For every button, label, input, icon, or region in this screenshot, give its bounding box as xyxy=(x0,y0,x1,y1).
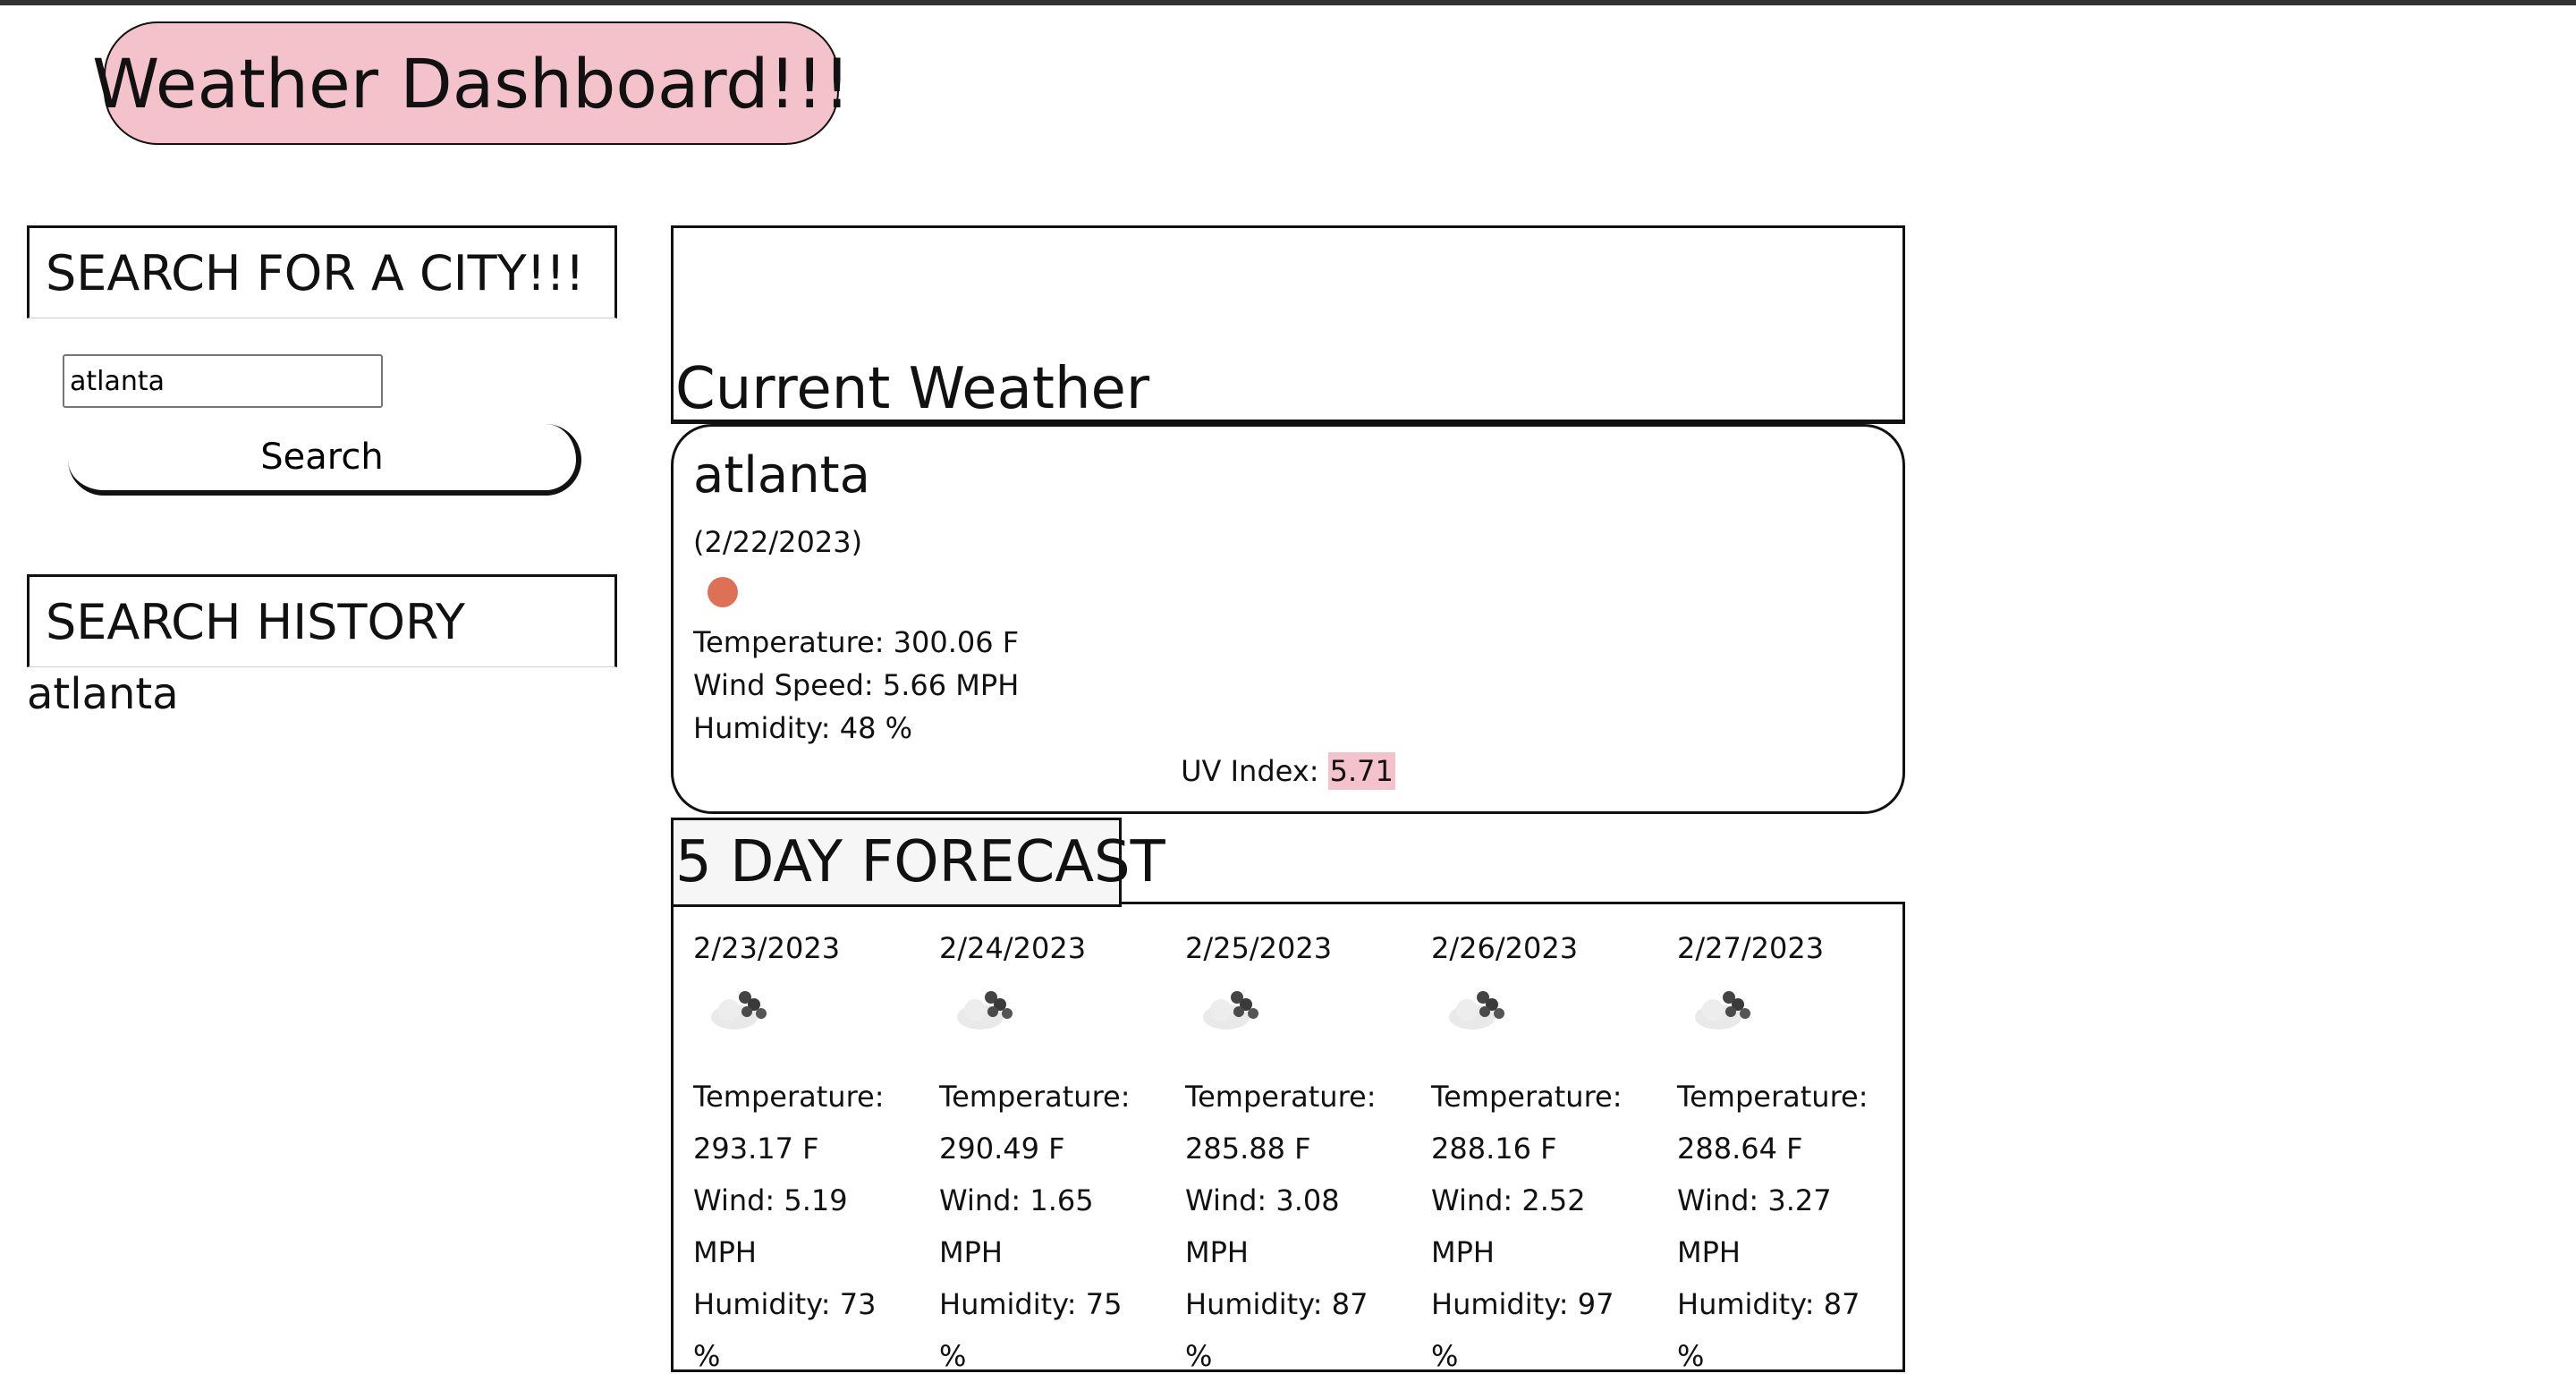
forecast-temp-label: Temperature: xyxy=(1185,1080,1377,1114)
forecast-wind: Wind: 3.27 xyxy=(1677,1183,1832,1217)
cloudy-icon xyxy=(957,991,1013,1030)
search-history-heading: SEARCH HISTORY xyxy=(27,574,617,667)
uv-index: UV Index: 5.71 xyxy=(674,752,1902,790)
cloudy-icon xyxy=(711,991,767,1030)
forecast-temp: 285.88 F xyxy=(1185,1132,1311,1166)
search-heading: SEARCH FOR A CITY!!! xyxy=(27,225,617,318)
forecast-container: 2/23/2023 Temperature: 293.17 F Wind: 5.… xyxy=(671,902,1905,1373)
forecast-wind: Wind: 1.65 xyxy=(939,1183,1094,1217)
forecast-date: 2/27/2023 xyxy=(1677,931,1825,965)
forecast-wind: Wind: 5.19 xyxy=(693,1183,848,1217)
cloudy-icon xyxy=(1449,991,1504,1030)
page-title: Weather Dashboard!!! xyxy=(92,21,851,145)
forecast-wind-unit: MPH xyxy=(1431,1235,1495,1269)
forecast-humidity-unit: % xyxy=(1431,1339,1459,1373)
forecast-temp-label: Temperature: xyxy=(1431,1080,1623,1114)
forecast-details: Temperature: 285.88 F Wind: 3.08 MPH Hum… xyxy=(1185,1071,1418,1382)
current-wind-speed: Wind Speed: 5.66 MPH xyxy=(693,668,1020,702)
current-weather-title: Current Weather xyxy=(675,356,1150,422)
forecast-date: 2/25/2023 xyxy=(1185,931,1333,965)
forecast-temp: 290.49 F xyxy=(939,1132,1065,1166)
current-date: (2/22/2023) xyxy=(693,525,863,559)
forecast-temp: 288.16 F xyxy=(1431,1132,1557,1166)
forecast-details: Temperature: 290.49 F Wind: 1.65 MPH Hum… xyxy=(939,1071,1172,1382)
current-city: atlanta xyxy=(693,446,870,504)
forecast-humidity-unit: % xyxy=(1677,1339,1705,1373)
forecast-details: Temperature: 293.17 F Wind: 5.19 MPH Hum… xyxy=(693,1071,926,1382)
forecast-wind-unit: MPH xyxy=(693,1235,757,1269)
current-weather-header: Current Weather xyxy=(671,225,1905,424)
search-button[interactable]: Search xyxy=(68,424,581,496)
forecast-temp-label: Temperature: xyxy=(939,1080,1131,1114)
uv-index-label: UV Index: xyxy=(1181,754,1328,788)
forecast-details: Temperature: 288.64 F Wind: 3.27 MPH Hum… xyxy=(1677,1071,1910,1382)
forecast-temp-label: Temperature: xyxy=(1677,1080,1868,1114)
forecast-humidity-unit: % xyxy=(693,1339,721,1373)
forecast-humidity-unit: % xyxy=(1185,1339,1213,1373)
cloudy-icon xyxy=(1695,991,1750,1030)
forecast-wind-unit: MPH xyxy=(1677,1235,1741,1269)
forecast-wind: Wind: 2.52 xyxy=(1431,1183,1586,1217)
current-humidity: Humidity: 48 % xyxy=(693,711,913,745)
forecast-humidity-unit: % xyxy=(939,1339,967,1373)
current-temperature: Temperature: 300.06 F xyxy=(693,625,1020,659)
forecast-temp: 293.17 F xyxy=(693,1132,819,1166)
forecast-humidity: Humidity: 97 xyxy=(1431,1287,1614,1321)
forecast-details: Temperature: 288.16 F Wind: 2.52 MPH Hum… xyxy=(1431,1071,1664,1382)
forecast-wind: Wind: 3.08 xyxy=(1185,1183,1340,1217)
sun-dot-icon xyxy=(708,577,738,607)
forecast-humidity: Humidity: 87 xyxy=(1677,1287,1860,1321)
current-weather-card: atlanta (2/22/2023) Temperature: 300.06 … xyxy=(671,424,1905,814)
forecast-wind-unit: MPH xyxy=(939,1235,1003,1269)
cloudy-icon xyxy=(1203,991,1258,1030)
forecast-date: 2/26/2023 xyxy=(1431,931,1579,965)
forecast-humidity: Humidity: 87 xyxy=(1185,1287,1368,1321)
forecast-date: 2/23/2023 xyxy=(693,931,841,965)
forecast-heading: 5 DAY FORECAST xyxy=(671,818,1165,907)
forecast-temp-label: Temperature: xyxy=(693,1080,885,1114)
history-item-atlanta[interactable]: atlanta xyxy=(27,669,179,719)
forecast-humidity: Humidity: 73 xyxy=(693,1287,877,1321)
forecast-temp: 288.64 F xyxy=(1677,1132,1803,1166)
forecast-humidity: Humidity: 75 xyxy=(939,1287,1123,1321)
top-border xyxy=(0,0,2576,5)
forecast-wind-unit: MPH xyxy=(1185,1235,1249,1269)
uv-index-value: 5.71 xyxy=(1327,752,1395,790)
city-search-input[interactable] xyxy=(63,354,383,408)
forecast-date: 2/24/2023 xyxy=(939,931,1087,965)
